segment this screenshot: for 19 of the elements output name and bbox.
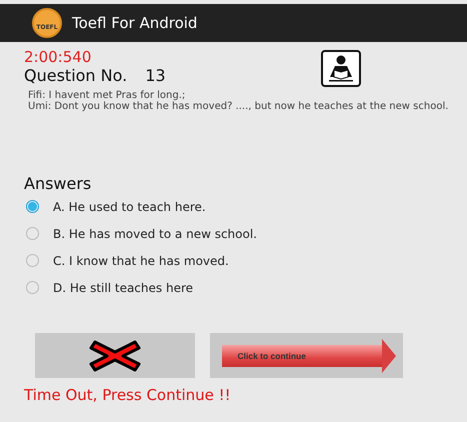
cross-icon xyxy=(87,338,143,374)
question-number: 13 xyxy=(145,66,166,85)
dialogue-line: Fifi: I havent met Pras for long.; xyxy=(28,90,186,101)
answer-option[interactable]: D. He still teaches here xyxy=(53,280,193,294)
status-message: Time Out, Press Continue !! xyxy=(24,386,232,404)
app-title: Toefl For Android xyxy=(72,14,198,32)
radio-button[interactable] xyxy=(26,227,39,240)
radio-button[interactable] xyxy=(26,254,39,267)
dialogue-line: Umi: Dont you know that he has moved? ...., but now he teaches at the new school. xyxy=(28,101,450,112)
radio-button[interactable] xyxy=(26,281,39,294)
answer-option[interactable]: A. He used to teach here. xyxy=(53,200,206,214)
reader-icon xyxy=(321,50,361,87)
radio-button[interactable] xyxy=(26,200,39,213)
answer-option[interactable]: B. He has moved to a new school. xyxy=(53,226,257,240)
cancel-button[interactable] xyxy=(35,333,195,378)
question-label: Question No. xyxy=(24,66,128,85)
answer-option[interactable]: C. I know that he has moved. xyxy=(53,254,229,268)
timer: 2:00:540 xyxy=(24,48,92,66)
answers-heading: Answers xyxy=(24,174,92,193)
